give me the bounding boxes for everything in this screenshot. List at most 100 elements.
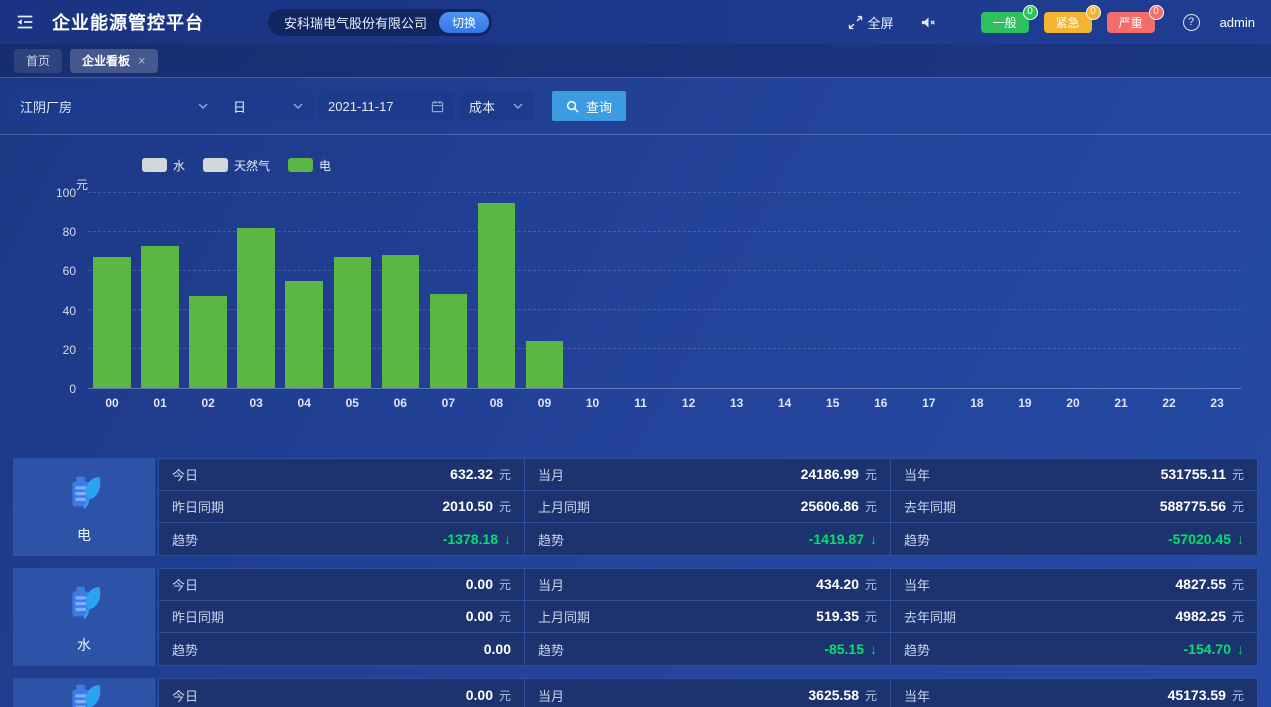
stat-value: 519.35 bbox=[816, 608, 859, 624]
fullscreen-button[interactable]: 全屏 bbox=[848, 13, 894, 32]
stat-label: 今日 bbox=[172, 686, 198, 705]
calendar-icon bbox=[431, 100, 444, 113]
app-header: 企业能源管控平台 安科瑞电气股份有限公司 切换 全屏 一般0紧急0严重0 ? a… bbox=[0, 0, 1271, 44]
stat-label: 趋势 bbox=[172, 530, 198, 549]
filter-bar: 江阴厂房 日 2021-11-17 成本 查询 bbox=[0, 78, 1271, 135]
stat-unit: 元 bbox=[865, 498, 877, 515]
stat-label: 当年 bbox=[904, 465, 930, 484]
company-name: 安科瑞电气股份有限公司 bbox=[284, 13, 427, 32]
stat-label: 去年同期 bbox=[904, 607, 956, 626]
x-tick-label: 11 bbox=[617, 396, 665, 410]
help-icon[interactable]: ? bbox=[1183, 14, 1200, 31]
stat-unit: 元 bbox=[865, 608, 877, 625]
alarm-button-2[interactable]: 严重0 bbox=[1107, 12, 1155, 33]
x-axis: 0001020304050607080910111213141516171819… bbox=[88, 396, 1241, 410]
x-tick-label: 04 bbox=[280, 396, 328, 410]
stat-label: 上月同期 bbox=[538, 607, 590, 626]
alarm-button-1[interactable]: 紧急0 bbox=[1044, 12, 1092, 33]
plot-area bbox=[88, 193, 1241, 389]
mute-icon[interactable] bbox=[920, 15, 937, 30]
date-input[interactable]: 2021-11-17 bbox=[318, 91, 454, 121]
stat-value: 531755.11 bbox=[1161, 466, 1226, 482]
alarm-label: 一般 bbox=[993, 14, 1017, 31]
stat-label: 今日 bbox=[172, 465, 198, 484]
stat-value: 2010.50 bbox=[442, 498, 493, 514]
stat-label: 当月 bbox=[538, 575, 564, 594]
trend-down-icon: ↓ bbox=[870, 531, 877, 547]
stat-unit: 元 bbox=[499, 608, 511, 625]
x-tick-label: 08 bbox=[472, 396, 520, 410]
x-tick-label: 09 bbox=[520, 396, 568, 410]
stat-cell: 当月24186.99元 bbox=[525, 459, 891, 491]
y-tick-label: 40 bbox=[63, 304, 76, 318]
stat-unit: 元 bbox=[499, 498, 511, 515]
x-tick-label: 02 bbox=[184, 396, 232, 410]
tab-bar: 首页 企业看板× bbox=[0, 44, 1271, 78]
fullscreen-label: 全屏 bbox=[868, 13, 894, 32]
metric-select[interactable]: 成本 bbox=[459, 91, 533, 121]
stat-label: 趋势 bbox=[904, 530, 930, 549]
alarm-count-badge: 0 bbox=[1023, 5, 1038, 20]
legend-item-2[interactable]: 电 bbox=[288, 157, 331, 174]
x-tick-label: 07 bbox=[424, 396, 472, 410]
y-tick-label: 0 bbox=[69, 382, 76, 396]
bar-电-09 bbox=[526, 341, 563, 388]
stat-value: 588775.56 bbox=[1160, 498, 1226, 514]
bar-电-00 bbox=[93, 257, 130, 388]
stat-label: 趋势 bbox=[172, 640, 198, 659]
user-menu[interactable]: admin bbox=[1220, 15, 1255, 30]
search-icon bbox=[566, 100, 579, 113]
switch-company-button[interactable]: 切换 bbox=[439, 12, 489, 33]
stat-cell: 上月同期25606.86元 bbox=[525, 491, 891, 523]
trend-down-icon: ↓ bbox=[1237, 531, 1244, 547]
stat-label: 当年 bbox=[904, 686, 930, 705]
y-tick-label: 100 bbox=[56, 186, 76, 200]
period-select[interactable]: 日 bbox=[223, 91, 313, 121]
stat-unit: 元 bbox=[499, 466, 511, 483]
tab-1[interactable]: 企业看板× bbox=[70, 49, 158, 73]
x-tick-label: 03 bbox=[232, 396, 280, 410]
bar-电-02 bbox=[189, 296, 226, 388]
stat-cell: 当月434.20元 bbox=[525, 569, 891, 601]
stat-value: -57020.45 bbox=[1168, 531, 1231, 547]
company-selector: 安科瑞电气股份有限公司 切换 bbox=[268, 9, 492, 36]
site-select[interactable]: 江阴厂房 bbox=[10, 91, 218, 121]
energy-type-tile bbox=[13, 678, 155, 707]
stat-group-1: 水今日0.00元当月434.20元当年4827.55元昨日同期0.00元上月同期… bbox=[13, 568, 1258, 666]
stat-grid: 今日0.00元当月434.20元当年4827.55元昨日同期0.00元上月同期5… bbox=[158, 568, 1258, 666]
bar-电-08 bbox=[478, 203, 515, 388]
alarm-button-0[interactable]: 一般0 bbox=[981, 12, 1029, 33]
legend-item-1[interactable]: 天然气 bbox=[203, 157, 270, 174]
stat-value: -1378.18 bbox=[443, 531, 498, 547]
close-icon[interactable]: × bbox=[138, 53, 146, 68]
stat-cell: 今日0.00元 bbox=[159, 569, 525, 601]
stat-label: 昨日同期 bbox=[172, 607, 224, 626]
trend-down-icon: ↓ bbox=[1237, 641, 1244, 657]
x-tick-label: 15 bbox=[809, 396, 857, 410]
menu-fold-icon[interactable] bbox=[14, 11, 36, 33]
stat-unit: 元 bbox=[499, 576, 511, 593]
trend-down-icon: ↓ bbox=[504, 531, 511, 547]
site-select-value: 江阴厂房 bbox=[20, 97, 72, 116]
stat-cell: 当月3625.58元 bbox=[525, 679, 891, 707]
stat-unit: 元 bbox=[865, 466, 877, 483]
stat-unit: 元 bbox=[865, 687, 877, 704]
stat-label: 趋势 bbox=[538, 640, 564, 659]
tab-label: 首页 bbox=[26, 52, 50, 69]
stat-unit: 元 bbox=[1232, 498, 1244, 515]
bar-电-04 bbox=[285, 281, 322, 388]
stat-value: 632.32 bbox=[450, 466, 493, 482]
chevron-down-icon bbox=[513, 103, 523, 109]
stat-cell: 今日 632.32 元 bbox=[159, 459, 525, 491]
search-button-label: 查询 bbox=[586, 97, 612, 116]
stat-label: 当月 bbox=[538, 686, 564, 705]
stat-value: -85.15 bbox=[824, 641, 864, 657]
legend-item-0[interactable]: 水 bbox=[142, 157, 185, 174]
fullscreen-icon bbox=[848, 15, 863, 30]
stat-value: 24186.99 bbox=[801, 466, 859, 482]
search-button[interactable]: 查询 bbox=[552, 91, 626, 121]
stat-grid: 今日632.32元当月24186.99元当年531755.11元昨日同期2010… bbox=[158, 458, 1258, 556]
alarm-buttons: 一般0 紧急0 严重0 bbox=[981, 12, 1155, 33]
tab-0[interactable]: 首页 bbox=[14, 49, 62, 73]
legend-label: 电 bbox=[319, 157, 331, 174]
